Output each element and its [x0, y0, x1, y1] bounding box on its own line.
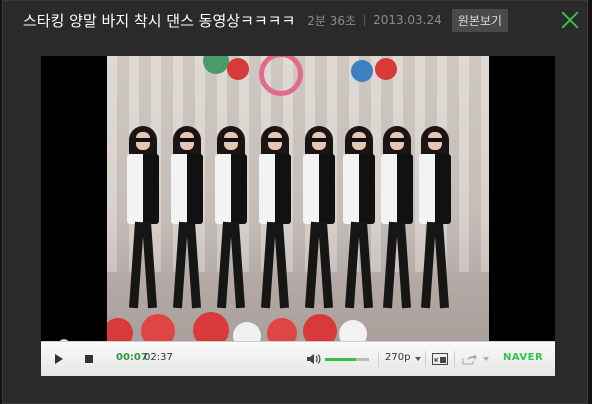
naver-logo[interactable]: NAVER — [503, 352, 543, 363]
chevron-down-icon[interactable] — [415, 357, 421, 361]
dancer — [215, 126, 247, 312]
dancer — [171, 126, 203, 312]
balloon — [193, 312, 229, 342]
quality-select[interactable]: 270p — [385, 352, 410, 363]
video-frame[interactable] — [107, 56, 489, 342]
screen-size-icon[interactable] — [431, 342, 449, 376]
dancer — [381, 126, 413, 312]
control-divider — [378, 351, 379, 367]
balloon — [267, 318, 297, 342]
close-icon[interactable] — [561, 11, 579, 29]
control-divider — [454, 351, 455, 367]
video-popup: 스타킹 양말 바지 착시 댄스 동영상ㅋㅋㅋㅋ 2분 36초 2013.03.2… — [2, 0, 588, 404]
balloon — [375, 58, 397, 80]
volume-icon[interactable] — [307, 342, 321, 376]
video-title: 스타킹 양말 바지 착시 댄스 동영상ㅋㅋㅋㅋ — [23, 11, 296, 30]
balloon — [227, 58, 249, 80]
balloon — [141, 314, 175, 342]
dancer — [303, 126, 335, 312]
dancer — [259, 126, 291, 312]
balloon — [303, 314, 337, 342]
control-bar: 00:07 02:37 270p NAVER — [41, 341, 555, 376]
video-duration: 2분 36초 — [307, 13, 357, 28]
video-player[interactable]: 00:07 02:37 270p NAVER — [41, 56, 555, 376]
balloon — [351, 60, 373, 82]
share-icon[interactable] — [461, 342, 479, 376]
play-icon[interactable] — [49, 342, 69, 376]
balloon — [339, 320, 367, 342]
volume-level — [325, 358, 356, 361]
upload-date: 2013.03.24 — [373, 13, 442, 27]
total-time: 02:37 — [144, 352, 173, 363]
chevron-down-icon[interactable] — [483, 357, 489, 361]
volume-slider[interactable] — [325, 358, 369, 361]
dancer — [343, 126, 375, 312]
dancer — [127, 126, 159, 312]
popup-header: 스타킹 양말 바지 착시 댄스 동영상ㅋㅋㅋㅋ 2분 36초 2013.03.2… — [3, 1, 587, 39]
view-original-button[interactable]: 원본보기 — [451, 8, 508, 32]
header-divider — [364, 14, 366, 26]
stop-icon[interactable] — [79, 342, 99, 376]
control-divider — [425, 351, 426, 367]
balloon — [233, 322, 261, 342]
dancer — [419, 126, 451, 312]
